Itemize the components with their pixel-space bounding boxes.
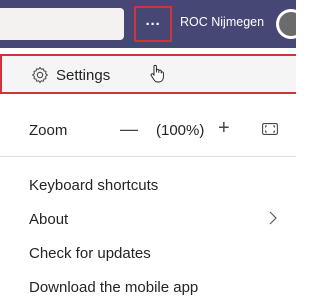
fullscreen-icon[interactable] bbox=[262, 123, 278, 135]
zoom-in-button[interactable]: + bbox=[218, 118, 230, 138]
zoom-label: Zoom bbox=[29, 122, 68, 139]
settings-menu-item[interactable]: Settings bbox=[0, 54, 296, 94]
more-options-button[interactable]: ··· bbox=[134, 6, 172, 42]
menu-item-download-mobile-app[interactable]: Download the mobile app bbox=[0, 270, 296, 298]
menu-item-label: Keyboard shortcuts bbox=[29, 177, 159, 194]
chevron-right-icon bbox=[269, 211, 277, 225]
menu-item-keyboard-shortcuts[interactable]: Keyboard shortcuts bbox=[0, 168, 296, 202]
settings-menu: Settings Zoom — (100%) + Keyboard shortc… bbox=[0, 48, 296, 298]
zoom-out-button[interactable]: — bbox=[120, 120, 138, 138]
organization-name[interactable]: ROC Nijmegen bbox=[180, 15, 264, 29]
more-options-label: ··· bbox=[145, 15, 161, 33]
teams-window: ··· ROC Nijmegen Settings Zoom — (100%) … bbox=[0, 0, 296, 298]
hand-cursor-icon bbox=[150, 64, 164, 83]
menu-item-label: Check for updates bbox=[29, 245, 151, 262]
menu-divider bbox=[0, 156, 296, 157]
avatar-image bbox=[279, 12, 296, 36]
zoom-level: (100%) bbox=[156, 122, 205, 139]
menu-item-about[interactable]: About bbox=[0, 202, 296, 236]
zoom-row: Zoom — (100%) + bbox=[0, 108, 296, 148]
menu-item-check-for-updates[interactable]: Check for updates bbox=[0, 236, 296, 270]
settings-label: Settings bbox=[56, 67, 111, 84]
gear-icon bbox=[32, 66, 48, 84]
search-box[interactable] bbox=[0, 8, 124, 40]
avatar[interactable] bbox=[276, 9, 296, 39]
menu-item-label: About bbox=[29, 211, 69, 228]
top-bar: ··· ROC Nijmegen bbox=[0, 0, 296, 48]
menu-item-label: Download the mobile app bbox=[29, 279, 199, 296]
